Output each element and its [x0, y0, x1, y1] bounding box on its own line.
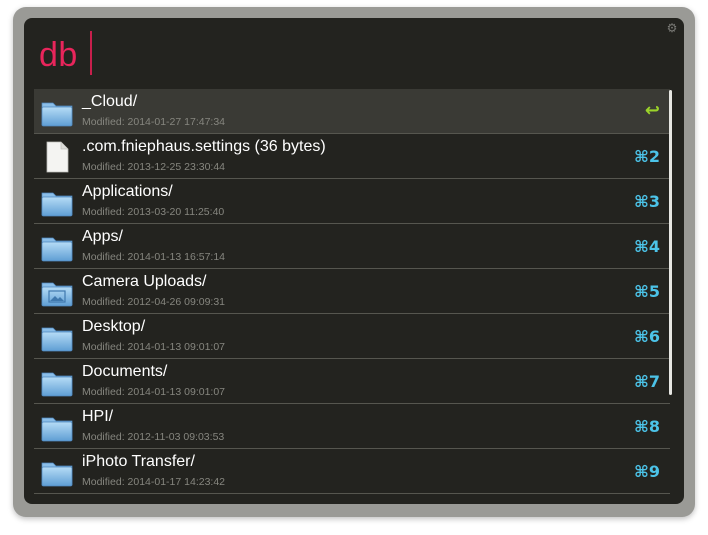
result-subtitle: Modified: 2013-12-25 23:30:44	[82, 161, 226, 173]
shortcut-label: ⌘4	[634, 237, 660, 256]
result-row[interactable]: Camera Uploads/Modified: 2012-04-26 09:0…	[34, 269, 670, 314]
folder-icon	[40, 365, 74, 399]
result-row[interactable]: .com.fniephaus.settings (36 bytes) Modifi…	[34, 134, 670, 179]
result-row[interactable]: Apps/Modified: 2014-01-13 16:57:14 ⌘4	[34, 224, 670, 269]
result-row[interactable]: iPhoto Transfer/Modified: 2014-01-17 14:…	[34, 449, 670, 494]
result-title: Desktop/	[82, 318, 146, 335]
launcher-panel: ⚙ db _Cloud/Modified: 2014-01-27 17:47:3…	[24, 18, 684, 504]
shortcut-label: ⌘8	[634, 417, 660, 436]
result-title: _Cloud/	[82, 93, 138, 110]
result-subtitle: Modified: 2012-04-26 09:09:31	[82, 296, 226, 308]
result-title: Applications/	[82, 183, 173, 200]
shortcut-label: ⌘7	[634, 372, 660, 391]
scrollbar[interactable]	[669, 90, 672, 395]
result-subtitle: Modified: 2012-11-03 09:03:53	[82, 431, 225, 443]
results-list: _Cloud/Modified: 2014-01-27 17:47:34 ↩ .co…	[34, 89, 670, 494]
result-row[interactable]: Documents/Modified: 2014-01-13 09:01:07 ⌘…	[34, 359, 670, 404]
shortcut-label: ⌘3	[634, 192, 660, 211]
gear-icon[interactable]: ⚙	[666, 22, 678, 34]
document-icon	[40, 140, 74, 174]
photo-folder-icon	[40, 275, 74, 309]
result-title: Apps/	[82, 228, 123, 245]
result-subtitle: Modified: 2014-01-13 09:01:07	[82, 341, 226, 353]
search-query[interactable]: db	[39, 32, 78, 78]
result-subtitle: Modified: 2014-01-17 14:23:42	[82, 476, 226, 488]
shortcut-label: ⌘9	[634, 462, 660, 481]
result-title: Documents/	[82, 363, 168, 380]
result-subtitle: Modified: 2014-01-27 17:47:34	[82, 116, 226, 128]
result-row[interactable]: Applications/Modified: 2013-03-20 11:25:…	[34, 179, 670, 224]
result-title: HPI/	[82, 408, 114, 425]
result-row[interactable]: Desktop/Modified: 2014-01-13 09:01:07 ⌘6	[34, 314, 670, 359]
folder-icon	[40, 320, 74, 354]
result-row[interactable]: HPI/Modified: 2012-11-03 09:03:53 ⌘8	[34, 404, 670, 449]
text-cursor	[90, 31, 92, 75]
shortcut-label: ⌘5	[634, 282, 660, 301]
folder-icon	[40, 455, 74, 489]
result-title: .com.fniephaus.settings (36 bytes)	[82, 138, 326, 155]
folder-icon	[40, 230, 74, 264]
folder-icon	[40, 95, 74, 129]
result-subtitle: Modified: 2013-03-20 11:25:40	[82, 206, 225, 218]
shortcut-label: ⌘6	[634, 327, 660, 346]
result-subtitle: Modified: 2014-01-13 09:01:07	[82, 386, 226, 398]
result-title: Camera Uploads/	[82, 273, 207, 290]
shortcut-label: ⌘2	[634, 147, 660, 166]
result-row[interactable]: _Cloud/Modified: 2014-01-27 17:47:34 ↩	[34, 89, 670, 134]
folder-icon	[40, 410, 74, 444]
result-title: iPhoto Transfer/	[82, 453, 195, 470]
result-subtitle: Modified: 2014-01-13 16:57:14	[82, 251, 226, 263]
folder-icon	[40, 185, 74, 219]
return-key-icon: ↩	[644, 100, 660, 121]
